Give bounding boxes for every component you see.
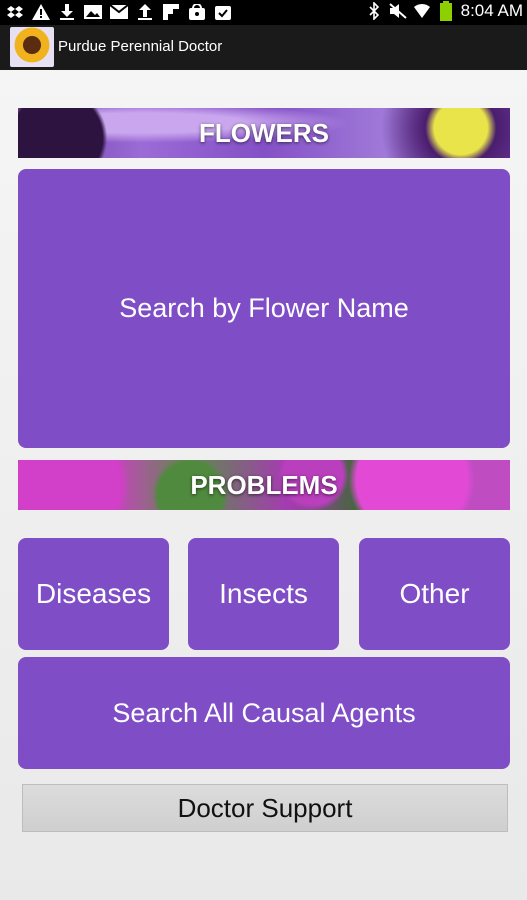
app-logo-icon[interactable]	[10, 27, 54, 67]
mail-icon	[110, 3, 128, 21]
flowers-header-banner: FLOWERS	[18, 108, 510, 158]
download-icon	[58, 3, 76, 21]
problems-header-banner: PROBLEMS	[18, 460, 510, 510]
action-bar: Purdue Perennial Doctor	[0, 25, 527, 70]
upload-icon	[136, 3, 154, 21]
image-icon	[84, 3, 102, 21]
diseases-label: Diseases	[35, 578, 152, 609]
insects-button[interactable]: Insects	[188, 538, 339, 650]
other-button[interactable]: Other	[359, 538, 510, 650]
notification-icons	[6, 3, 232, 21]
status-bar: 8:04 AM	[0, 0, 527, 25]
other-label: Other	[399, 578, 470, 609]
flipboard-icon	[162, 3, 180, 21]
diseases-button[interactable]: Diseases	[18, 538, 169, 650]
app-title: Purdue Perennial Doctor	[58, 38, 223, 55]
clipboard-check-icon	[214, 3, 232, 21]
mute-icon	[388, 2, 407, 20]
system-icons: 8:04 AM	[365, 1, 523, 21]
doctor-support-label: Doctor Support	[177, 792, 353, 823]
search-all-causal-agents-button[interactable]: Search All Causal Agents	[18, 657, 510, 769]
clock: 8:04 AM	[460, 1, 523, 20]
insects-label: Insects	[219, 578, 308, 609]
search-by-flower-name-label: Search by Flower Name	[119, 293, 409, 323]
doctor-support-button[interactable]: Doctor Support	[22, 784, 508, 832]
search-all-causal-agents-label: Search All Causal Agents	[112, 697, 416, 728]
warning-icon	[32, 3, 50, 21]
bluetooth-icon	[365, 2, 383, 20]
wifi-icon	[413, 2, 431, 20]
dropbox-icon	[6, 3, 24, 21]
search-by-flower-name-button[interactable]: Search by Flower Name	[18, 169, 510, 448]
flowers-header-label: FLOWERS	[199, 117, 329, 148]
battery-icon	[437, 1, 455, 21]
problems-header-label: PROBLEMS	[190, 469, 338, 500]
bag-icon	[188, 3, 206, 21]
